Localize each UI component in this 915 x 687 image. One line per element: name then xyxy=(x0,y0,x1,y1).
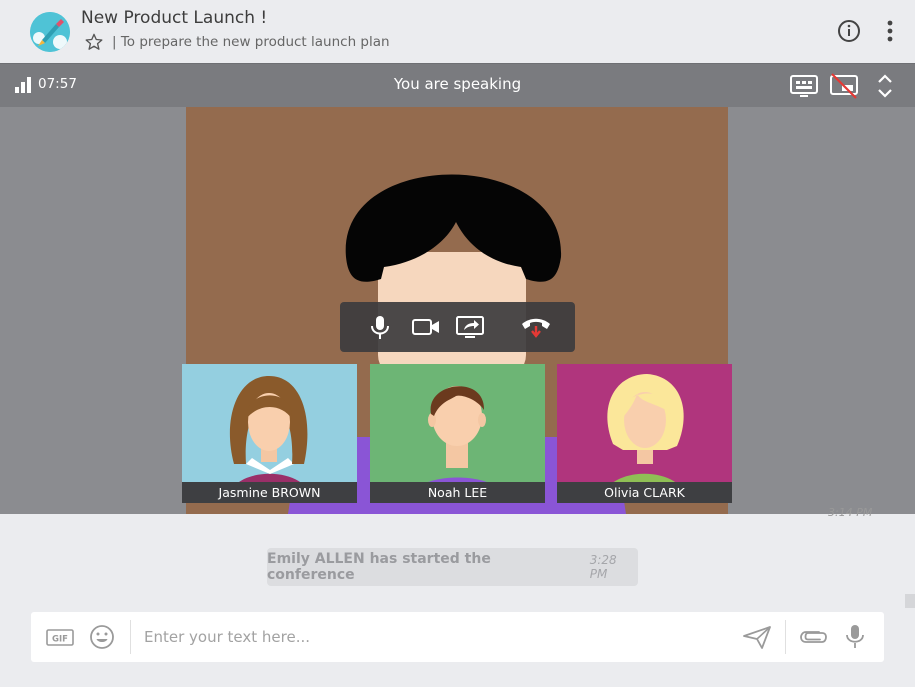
gif-label: GIF xyxy=(52,635,68,645)
participant-tile[interactable]: Olivia CLARK xyxy=(557,364,732,503)
screen-share-icon[interactable] xyxy=(455,312,485,342)
send-icon[interactable] xyxy=(742,624,772,650)
system-message: Emily ALLEN has started the conference 3… xyxy=(267,548,638,586)
message-composer: GIF xyxy=(31,612,884,662)
participant-tile[interactable]: Noah LEE xyxy=(370,364,545,503)
voice-message-icon[interactable] xyxy=(841,624,869,650)
composer-divider xyxy=(130,620,131,654)
attachment-icon[interactable] xyxy=(797,624,829,650)
call-duration: 07:57 xyxy=(38,76,77,92)
conversation-topic: | To prepare the new product launch plan xyxy=(112,34,390,50)
call-status-bar: 07:57 You are speaking xyxy=(0,63,915,107)
call-controls-bar xyxy=(340,302,575,352)
info-icon[interactable] xyxy=(837,19,861,43)
speaking-status: You are speaking xyxy=(393,75,522,93)
participant-name: Jasmine BROWN xyxy=(182,482,357,503)
expand-collapse-icon[interactable] xyxy=(870,72,900,100)
signal-strength-icon xyxy=(15,77,31,93)
chat-area: 3:14 PM Emily ALLEN has started the conf… xyxy=(0,506,915,687)
gif-icon[interactable]: GIF xyxy=(46,624,74,650)
message-timestamp: 3:14 PM xyxy=(828,506,873,519)
system-message-text: Emily ALLEN has started the conference xyxy=(267,551,491,583)
composer-divider xyxy=(785,620,786,654)
microphone-icon[interactable] xyxy=(365,312,395,342)
room-avatar-icon[interactable] xyxy=(30,12,70,52)
video-stage: Jasmine BROWN Noah LEE Olivia CLARK xyxy=(0,107,915,514)
conversation-title: New Product Launch ! xyxy=(81,8,268,28)
emoji-icon[interactable] xyxy=(88,624,116,650)
system-message-time: 3:28 PM xyxy=(589,553,617,581)
scrollbar-thumb[interactable] xyxy=(905,594,915,608)
participant-name: Noah LEE xyxy=(370,482,545,503)
participant-name: Olivia CLARK xyxy=(557,482,732,503)
grid-layout-icon[interactable] xyxy=(789,72,819,100)
more-options-icon[interactable] xyxy=(880,19,900,43)
conversation-header: New Product Launch ! | To prepare the ne… xyxy=(0,0,915,63)
hang-up-icon[interactable] xyxy=(520,312,552,342)
hide-video-icon[interactable] xyxy=(829,72,859,100)
camera-icon[interactable] xyxy=(411,312,441,342)
favorite-star-icon[interactable] xyxy=(84,32,104,52)
participant-tile[interactable]: Jasmine BROWN xyxy=(182,364,357,503)
message-input[interactable] xyxy=(144,612,734,662)
